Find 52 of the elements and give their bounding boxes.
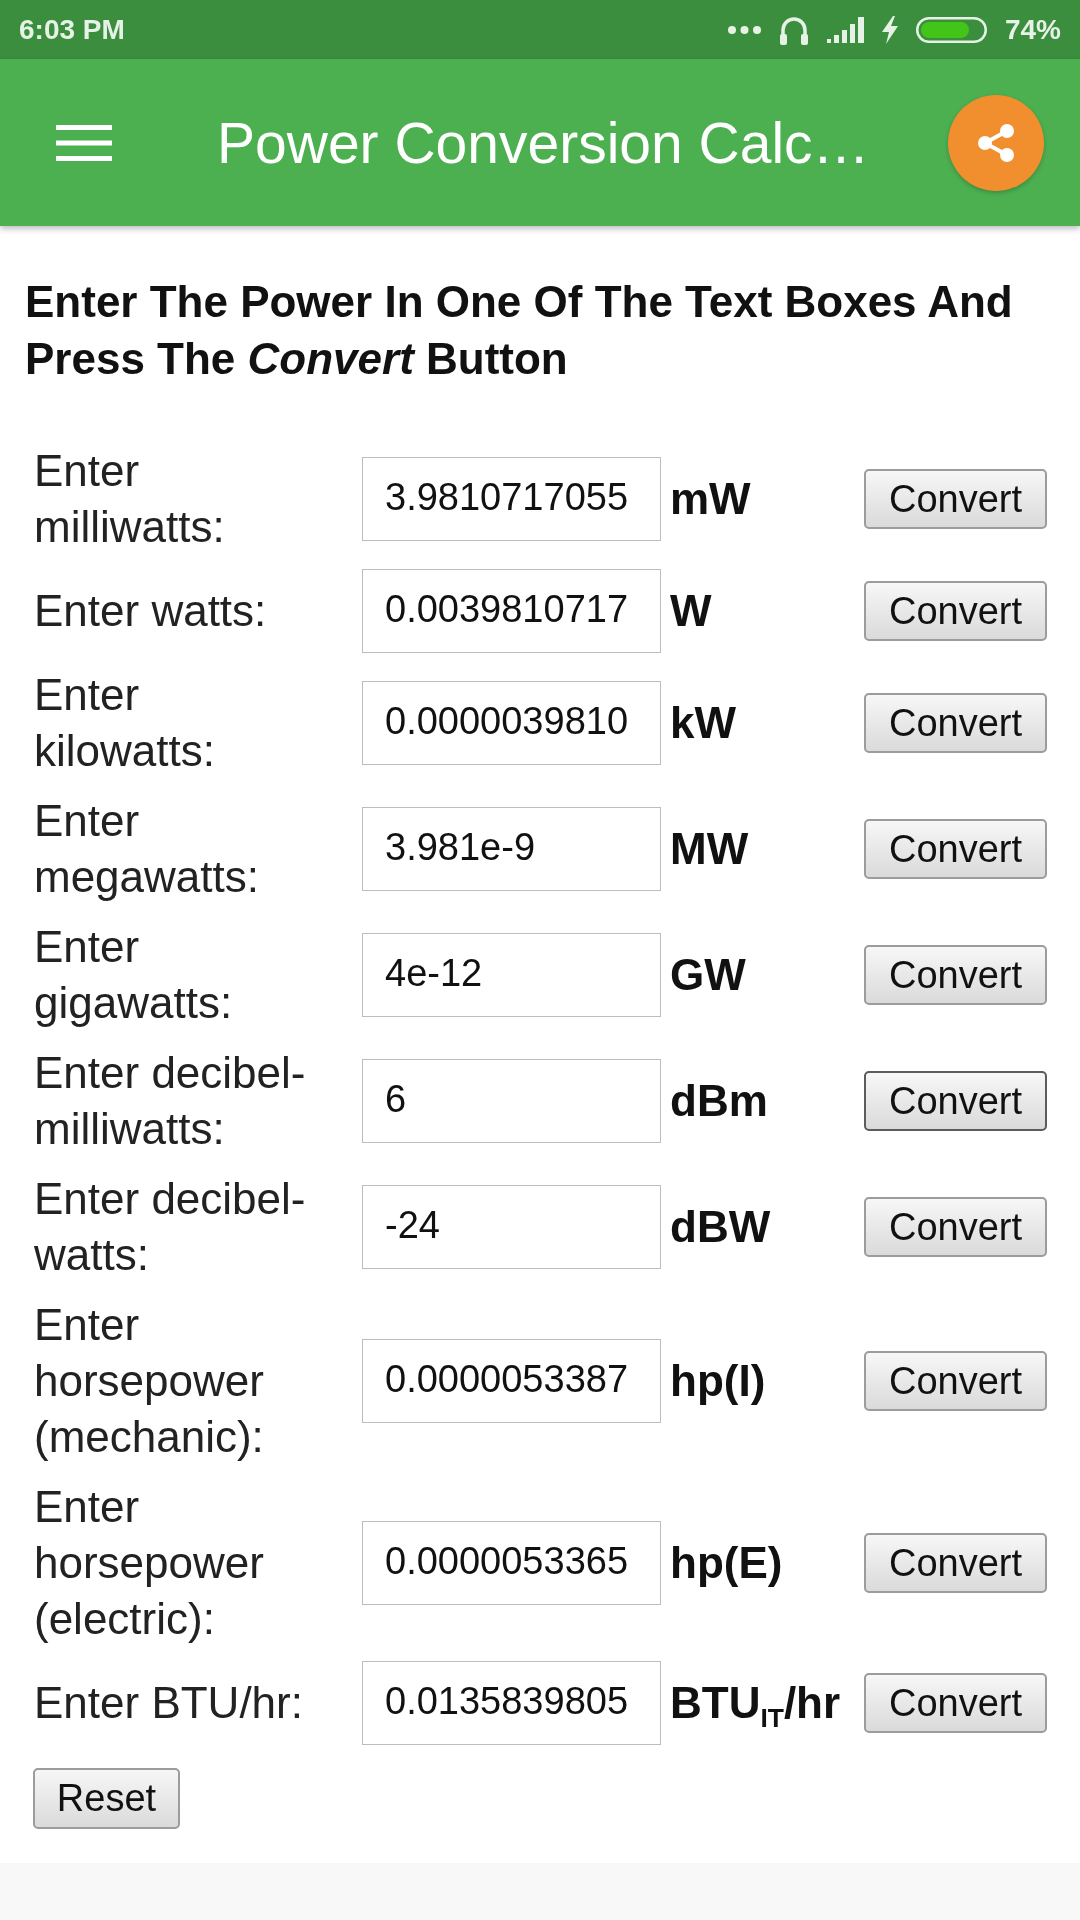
convert-button[interactable]: Convert	[864, 945, 1047, 1005]
input-field[interactable]: 3.9810717055	[362, 457, 661, 541]
field-label: Enter megawatts:	[34, 795, 260, 903]
instructions-text: Enter The Power In One Of The Text Boxes And Press The Convert Button	[25, 276, 1014, 385]
headphones-icon	[778, 14, 809, 45]
unit-label: W	[670, 586, 712, 636]
signal-icon	[826, 16, 864, 43]
field-label: Enter kilowatts:	[34, 669, 216, 777]
share-icon	[976, 122, 1016, 163]
field-label: Enter gigawatts:	[34, 921, 234, 1029]
app-title: Power Conversion Calc…	[217, 109, 870, 176]
input-field[interactable]: -24	[362, 1185, 661, 1269]
convert-button[interactable]: Convert	[864, 1071, 1047, 1131]
status-time: 6:03 PM	[19, 13, 125, 46]
field-label: Enter milliwatts:	[34, 445, 226, 553]
convert-button[interactable]: Convert	[864, 469, 1047, 529]
convert-button[interactable]: Convert	[864, 1673, 1047, 1733]
more-dots-icon	[727, 25, 761, 34]
field-label: Enter decibel-milliwatts:	[34, 1047, 307, 1155]
convert-button[interactable]: Convert	[864, 1533, 1047, 1593]
charging-bolt-icon	[881, 15, 898, 44]
input-field[interactable]: 0.0000053365	[362, 1521, 661, 1605]
reset-button[interactable]: Reset	[33, 1768, 180, 1829]
input-field[interactable]: 4e-12	[362, 933, 661, 1017]
unit-label: hp(E)	[670, 1538, 783, 1588]
unit-label: dBW	[670, 1202, 771, 1252]
field-label: Enter horsepower (mechanic):	[34, 1299, 265, 1463]
menu-icon[interactable]	[56, 124, 112, 161]
unit-label: hp(I)	[670, 1356, 766, 1406]
unit-label: BTU$_{IT}$/hr	[670, 1678, 841, 1728]
battery-percent: 74%	[1004, 13, 1061, 46]
convert-button[interactable]: Convert	[864, 1351, 1047, 1411]
unit-label: kW	[670, 698, 736, 748]
convert-button[interactable]: Convert	[864, 693, 1047, 753]
input-field[interactable]: 0.0135839805	[362, 1661, 661, 1745]
convert-button[interactable]: Convert	[864, 1197, 1047, 1257]
field-label: Enter watts:	[34, 585, 267, 637]
input-field[interactable]: 3.981e-9	[362, 807, 661, 891]
convert-button[interactable]: Convert	[864, 581, 1047, 641]
unit-label: dBm	[670, 1076, 768, 1126]
field-label: Enter decibel-watts:	[34, 1173, 307, 1281]
input-field[interactable]: 0.0039810717	[362, 569, 661, 653]
field-label: Enter BTU/hr:	[34, 1677, 303, 1729]
battery-icon	[915, 16, 987, 43]
input-field[interactable]: 6	[362, 1059, 661, 1143]
input-field[interactable]: 0.0000039810	[362, 681, 661, 765]
field-label: Enter horsepower (electric):	[34, 1481, 265, 1645]
convert-button[interactable]: Convert	[864, 819, 1047, 879]
unit-label: mW	[670, 474, 751, 524]
input-field[interactable]: 0.0000053387	[362, 1339, 661, 1423]
unit-label: GW	[670, 950, 746, 1000]
unit-label: MW	[670, 824, 749, 874]
